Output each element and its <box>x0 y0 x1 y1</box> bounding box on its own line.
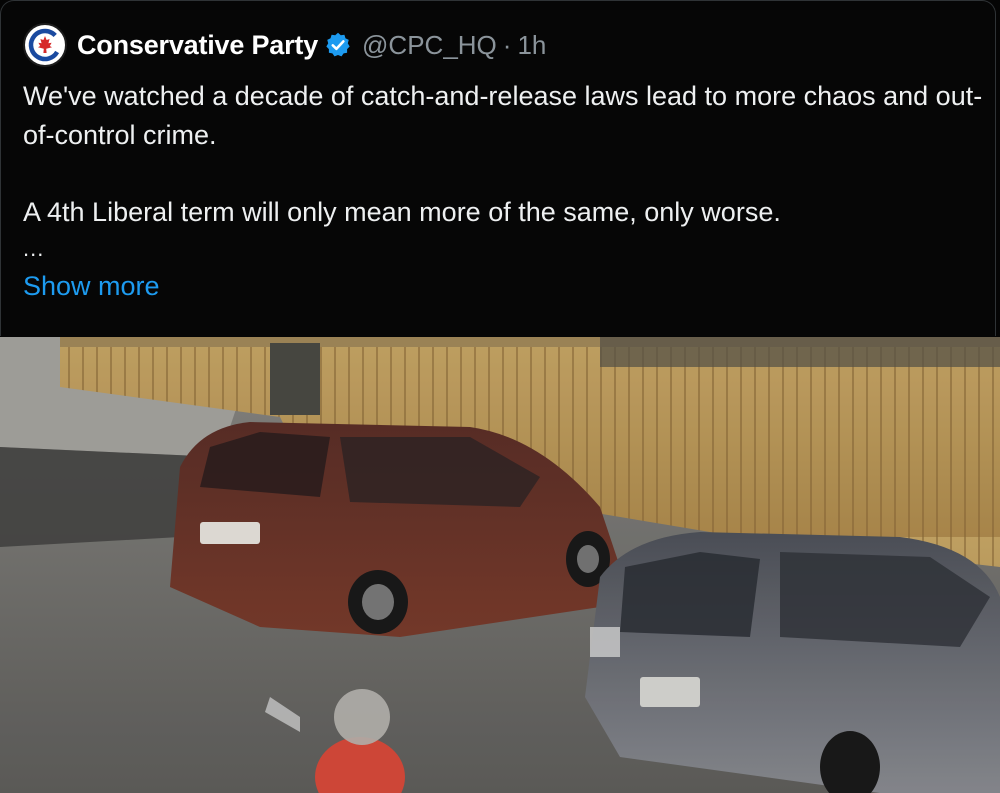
author-handle[interactable]: @CPC_HQ <box>362 30 497 61</box>
tweet-text: We've watched a decade of catch-and-rele… <box>23 77 983 262</box>
tweet-video-media[interactable] <box>0 337 1000 793</box>
tweet-header: Conservative Party @CPC_HQ · 1h <box>23 23 546 67</box>
tweet: Conservative Party @CPC_HQ · 1h We've wa… <box>0 0 1000 793</box>
tweet-card[interactable]: Conservative Party @CPC_HQ · 1h We've wa… <box>0 0 996 336</box>
separator-dot: · <box>502 29 512 60</box>
tweet-ellipsis: ... <box>23 236 45 261</box>
verified-badge-icon <box>324 31 352 59</box>
tweet-paragraph-2: A 4th Liberal term will only mean more o… <box>23 197 781 227</box>
avatar[interactable] <box>23 23 67 67</box>
author-display-name[interactable]: Conservative Party <box>77 30 318 61</box>
video-frame-image <box>0 337 1000 793</box>
maple-leaf-logo-icon <box>28 28 62 62</box>
tweet-paragraph-1: We've watched a decade of catch-and-rele… <box>23 81 983 150</box>
tweet-timestamp[interactable]: 1h <box>517 30 546 61</box>
show-more-link[interactable]: Show more <box>23 271 160 302</box>
